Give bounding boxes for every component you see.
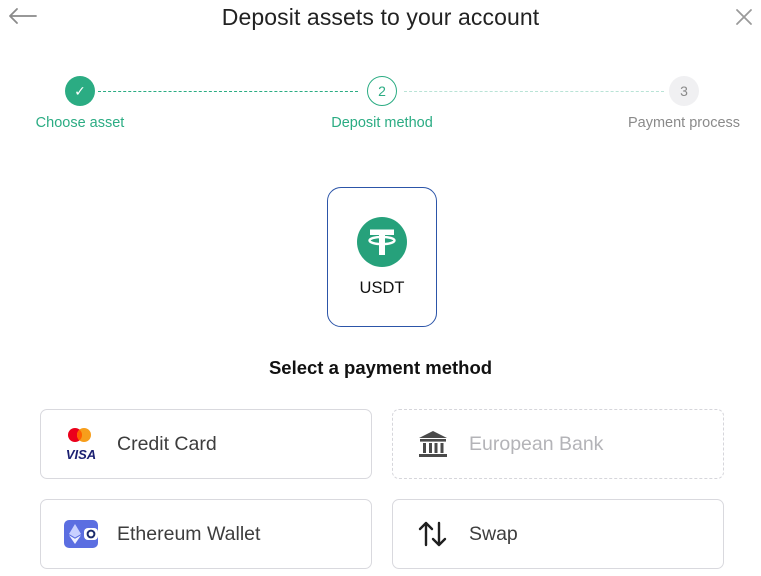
check-icon: ✓ [65,76,95,106]
page-title: Deposit assets to your account [221,4,540,30]
step-label: Payment process [627,115,741,131]
swap-arrows-icon [413,514,453,554]
close-icon [736,9,752,25]
ethereum-wallet-option[interactable]: Ethereum Wallet [40,499,372,569]
method-label: European Bank [469,432,604,455]
selected-asset-card[interactable]: USDT [327,187,437,327]
section-title: Select a payment method [268,357,493,378]
asset-symbol: USDT [359,279,405,297]
close-button[interactable] [733,6,755,28]
credit-card-option[interactable]: VISA Credit Card [40,409,372,479]
method-label: Swap [469,522,518,545]
mastercard-visa-icon: VISA [61,424,101,464]
progress-stepper: ✓ Choose asset 2 Deposit method 3 Paymen… [0,76,761,136]
step-choose-asset[interactable]: ✓ Choose asset [0,76,160,131]
step-number: 3 [669,76,699,106]
step-deposit-method: 2 Deposit method [302,76,462,131]
step-number: 2 [367,76,397,106]
ethereum-wallet-icon [61,514,101,554]
step-label: Choose asset [35,115,125,131]
method-label: Ethereum Wallet [117,522,261,545]
tether-icon [357,217,407,267]
step-label: Deposit method [331,115,433,131]
method-label: Credit Card [117,432,217,455]
european-bank-option: European Bank [392,409,724,479]
bank-icon [413,424,453,464]
svg-text:VISA: VISA [66,447,96,462]
step-payment-process: 3 Payment process [604,76,761,131]
swap-option[interactable]: Swap [392,499,724,569]
